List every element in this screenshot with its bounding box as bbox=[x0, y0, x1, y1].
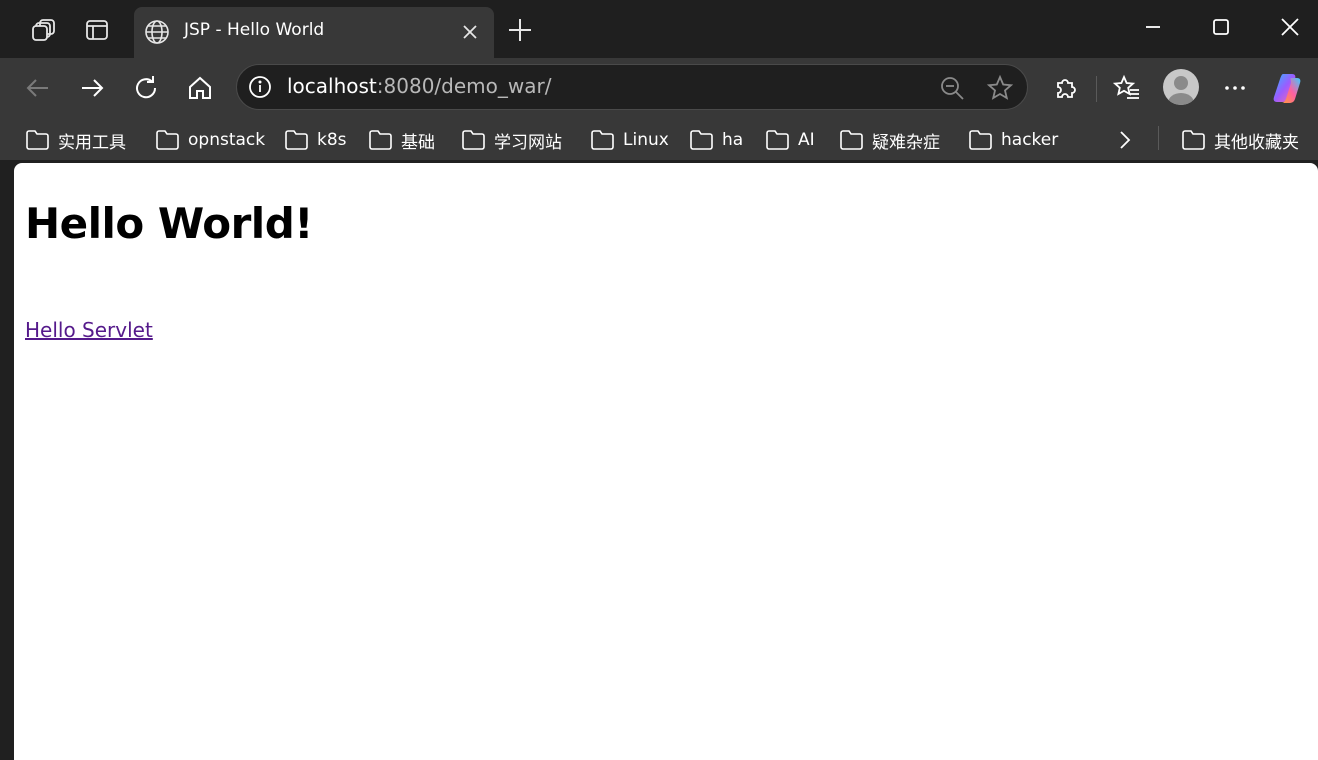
maximize-icon[interactable] bbox=[1208, 14, 1234, 40]
home-icon bbox=[189, 76, 211, 99]
url-text[interactable]: localhost:8080/demo_war/ bbox=[287, 74, 551, 98]
folder-icon bbox=[969, 130, 992, 150]
bookmark-label: hacker bbox=[1001, 130, 1059, 150]
bookmark-folder[interactable]: Linux bbox=[590, 126, 669, 154]
workspaces-button[interactable] bbox=[24, 11, 64, 49]
bookmark-folder[interactable]: 基础 bbox=[368, 126, 435, 154]
close-window-icon[interactable] bbox=[1277, 14, 1303, 40]
chevron-right-icon bbox=[1120, 131, 1131, 149]
bookmarks-bar: 实用工具 opnstack k8s 基础 学习网站 Linux ha AI 疑难… bbox=[0, 118, 1318, 160]
folder-icon bbox=[591, 130, 614, 150]
toolbar: localhost:8080/demo_war/ bbox=[0, 58, 1318, 118]
bookmark-label: 实用工具 bbox=[58, 132, 126, 153]
tab-title: JSP - Hello World bbox=[184, 20, 325, 40]
bookmark-folder[interactable]: k8s bbox=[284, 126, 347, 154]
more-bookmarks-button[interactable] bbox=[1113, 126, 1145, 154]
favorites-icon bbox=[1113, 74, 1139, 99]
favorites-button[interactable] bbox=[1109, 70, 1145, 106]
active-tab[interactable]: JSP - Hello World bbox=[134, 7, 494, 58]
hello-servlet-link[interactable]: Hello Servlet bbox=[25, 318, 153, 342]
more-icon bbox=[1225, 86, 1245, 90]
folder-icon bbox=[840, 130, 863, 150]
home-button[interactable] bbox=[182, 70, 218, 106]
bookmarks-separator bbox=[1158, 126, 1159, 150]
globe-icon bbox=[145, 20, 169, 44]
bookmark-label: ha bbox=[722, 130, 744, 150]
bookmark-label: opnstack bbox=[188, 130, 266, 150]
minimize-icon[interactable] bbox=[1140, 14, 1166, 40]
bookmark-folder[interactable]: 疑难杂症 bbox=[839, 126, 940, 154]
arrow-left-icon bbox=[26, 79, 48, 97]
arrow-right-icon bbox=[82, 79, 104, 97]
other-bookmarks-folder[interactable]: 其他收藏夹 bbox=[1181, 126, 1299, 154]
refresh-button[interactable] bbox=[128, 70, 164, 106]
user-icon bbox=[1168, 76, 1194, 105]
folder-icon bbox=[285, 130, 308, 150]
zoom-out-icon[interactable] bbox=[939, 75, 965, 101]
close-tab-icon[interactable] bbox=[459, 21, 481, 43]
bookmark-folder[interactable]: opnstack bbox=[155, 126, 265, 154]
bookmark-label: Linux bbox=[623, 130, 669, 150]
copilot-button[interactable] bbox=[1272, 70, 1308, 106]
new-tab-icon[interactable] bbox=[505, 15, 535, 45]
bookmark-folder[interactable]: AI bbox=[765, 126, 815, 154]
other-bookmarks-label: 其他收藏夹 bbox=[1214, 132, 1299, 153]
folder-icon bbox=[766, 130, 789, 150]
folder-icon bbox=[26, 130, 49, 150]
folder-icon bbox=[462, 130, 485, 150]
star-icon[interactable] bbox=[986, 74, 1014, 102]
extensions-button[interactable] bbox=[1048, 70, 1084, 106]
bookmark-label: 基础 bbox=[401, 132, 435, 153]
tab-actions-button[interactable] bbox=[77, 11, 117, 49]
bookmark-folder[interactable]: 学习网站 bbox=[461, 126, 562, 154]
bookmark-label: k8s bbox=[317, 130, 347, 150]
copilot-icon bbox=[1273, 74, 1301, 103]
profile-avatar[interactable] bbox=[1163, 69, 1199, 105]
puzzle-icon bbox=[1057, 79, 1076, 98]
url-host: localhost bbox=[287, 74, 377, 98]
bookmark-label: AI bbox=[798, 130, 815, 150]
bookmark-folder[interactable]: 实用工具 bbox=[25, 126, 126, 154]
vertical-tabs-icon bbox=[86, 20, 108, 40]
url-path: :8080/demo_war/ bbox=[376, 74, 552, 98]
bookmark-folder[interactable]: hacker bbox=[968, 126, 1058, 154]
workspaces-icon bbox=[32, 19, 55, 41]
refresh-icon bbox=[136, 76, 157, 99]
page-content: Hello World! Hello Servlet bbox=[14, 163, 1318, 760]
back-button[interactable] bbox=[20, 70, 56, 106]
site-info-icon[interactable] bbox=[248, 75, 272, 99]
bookmark-label: 疑难杂症 bbox=[872, 132, 940, 153]
folder-icon bbox=[690, 130, 713, 150]
folder-icon bbox=[369, 130, 392, 150]
forward-button[interactable] bbox=[74, 70, 110, 106]
folder-icon bbox=[1182, 130, 1205, 150]
title-bar: JSP - Hello World bbox=[0, 0, 1318, 58]
settings-more-button[interactable] bbox=[1217, 70, 1253, 106]
page-heading: Hello World! bbox=[25, 199, 313, 248]
toolbar-separator bbox=[1096, 76, 1097, 102]
folder-icon bbox=[156, 130, 179, 150]
bookmark-label: 学习网站 bbox=[494, 132, 562, 153]
address-bar[interactable]: localhost:8080/demo_war/ bbox=[236, 64, 1028, 110]
bookmark-folder[interactable]: ha bbox=[689, 126, 743, 154]
